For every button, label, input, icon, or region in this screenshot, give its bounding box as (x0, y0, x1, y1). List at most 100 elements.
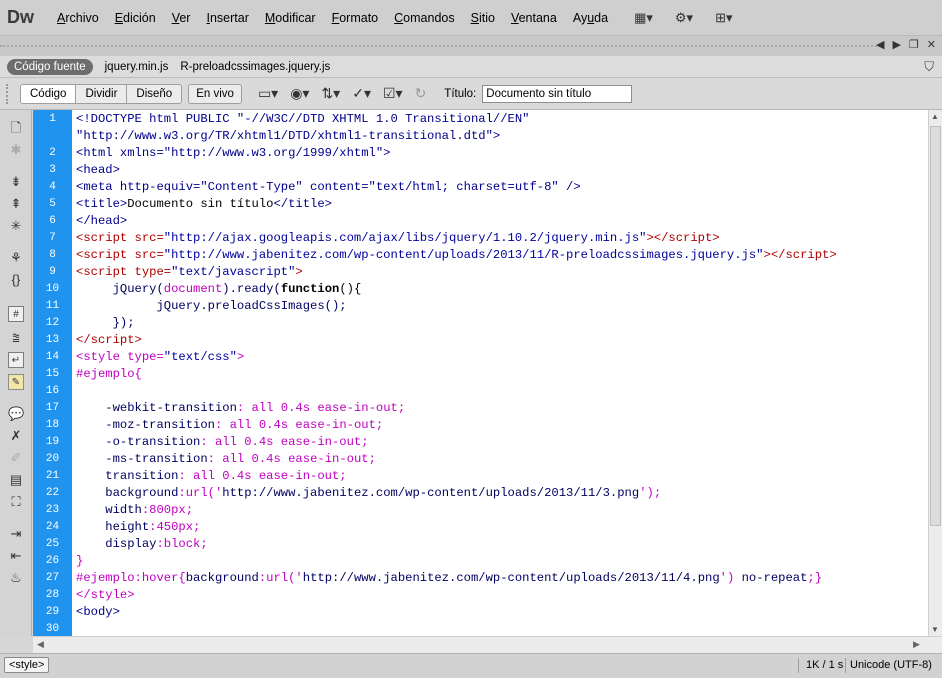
format-source-icon[interactable]: ♨ (8, 570, 24, 586)
split-view-button[interactable]: Dividir (76, 84, 128, 103)
code-line[interactable]: display:block; (76, 536, 207, 553)
menu-item[interactable]: Ayuda (573, 11, 608, 25)
source-code-tab[interactable]: Código fuente (7, 58, 93, 75)
code-line[interactable]: } (76, 553, 83, 570)
check-browser-icon[interactable]: ☑▾ (383, 85, 403, 102)
code-line[interactable]: height:450px; (76, 519, 200, 536)
code-line[interactable]: -webkit-transition: all 0.4s ease-in-out… (76, 400, 405, 417)
apply-comment-icon[interactable]: 💬 (8, 406, 24, 422)
vertical-scrollbar[interactable]: ▲ ▼ (928, 110, 942, 636)
status-separator (798, 658, 799, 673)
file-management-icon[interactable]: ⇅▾ (321, 85, 340, 102)
scroll-down-icon[interactable]: ▼ (931, 625, 939, 634)
code-line[interactable]: jQuery.preloadCssImages(); (76, 298, 346, 315)
line-number: 10 (45, 283, 60, 295)
outdent-code-icon[interactable]: ⇤ (8, 548, 24, 564)
horizontal-scrollbar[interactable]: ◀ ▶ (33, 636, 942, 653)
recent-snippets-icon[interactable]: ▤ (8, 472, 24, 488)
code-line[interactable]: jQuery(document).ready(function(){ (76, 281, 362, 298)
document-toolbar: Código Dividir Diseño En vivo ▭▾ ◉▾ ⇅▾ ✓… (0, 78, 942, 110)
code-line[interactable]: }); (76, 315, 135, 332)
open-documents-icon[interactable]: 🗋 (8, 120, 24, 136)
menu-icon-group: ▦▾ ⚙▾ ⊞▾ (634, 10, 732, 26)
menu-item[interactable]: Archivo (57, 11, 99, 25)
code-line[interactable]: <head> (76, 162, 120, 179)
menu-item[interactable]: Insertar (206, 11, 248, 25)
code-line[interactable]: -ms-transition: all 0.4s ease-in-out; (76, 451, 376, 468)
scroll-up-icon[interactable]: ▲ (931, 112, 939, 121)
layout-icon[interactable]: ▦▾ (634, 10, 653, 26)
code-line[interactable]: #ejemplo{ (76, 366, 142, 383)
code-editor[interactable]: <!DOCTYPE html PUBLIC "-//W3C//DTD XHTML… (72, 110, 928, 636)
collapse-selection-icon[interactable]: ⇞ (8, 196, 24, 212)
live-view-button[interactable]: En vivo (188, 83, 242, 104)
document-title-input[interactable] (482, 84, 633, 103)
line-number: 23 (45, 504, 60, 516)
menu-item[interactable]: Formato (332, 11, 379, 25)
line-number: 28 (45, 589, 60, 601)
code-line[interactable]: </head> (76, 213, 127, 230)
select-parent-tag-icon[interactable]: ⚘ (8, 250, 24, 266)
menu-item[interactable]: Sitio (471, 11, 495, 25)
filter-icon[interactable]: ⛉ (924, 59, 934, 75)
remove-comment-icon[interactable]: ✗ (8, 428, 24, 444)
refresh-icon[interactable]: ↻ (415, 85, 427, 102)
code-line[interactable]: background:url('http://www.jabenitez.com… (76, 485, 661, 502)
code-line[interactable]: <!DOCTYPE html PUBLIC "-//W3C//DTD XHTML… (76, 111, 529, 128)
status-bar: <style> 1K / 1 s Unicode (UTF-8) (0, 653, 942, 678)
restore-icon[interactable]: ❐ (909, 38, 919, 51)
menu-item[interactable]: Ventana (511, 11, 557, 25)
move-css-icon[interactable]: ⛶ (8, 494, 24, 510)
multiscreen-icon[interactable]: ▭▾ (258, 85, 278, 102)
gear-icon[interactable]: ⚙▾ (675, 10, 693, 26)
code-line[interactable]: <title>Documento sin título</title> (76, 196, 332, 213)
code-line[interactable]: <script type="text/javascript"> (76, 264, 303, 281)
code-line[interactable]: </style> (76, 587, 135, 604)
line-numbers-icon[interactable]: # (8, 306, 24, 322)
menu-item[interactable]: Edición (115, 11, 156, 25)
show-code-navigator-icon[interactable]: ✱ (8, 142, 24, 158)
scroll-right-icon[interactable]: ▶ (892, 38, 900, 51)
menu-item[interactable]: Ver (172, 11, 191, 25)
vertical-scroll-thumb[interactable] (930, 126, 941, 526)
scroll-left-icon[interactable]: ◀ (876, 38, 884, 51)
code-line[interactable]: "http://www.w3.org/TR/xhtml1/DTD/xhtml1-… (76, 128, 500, 145)
expand-all-icon[interactable]: ✳ (8, 218, 24, 234)
highlight-invalid-code-icon[interactable]: ⩰ (8, 330, 24, 346)
code-line[interactable]: <html xmlns="http://www.w3.org/1999/xhtm… (76, 145, 391, 162)
scroll-left-arrow-icon[interactable]: ◀ (37, 639, 44, 650)
code-line[interactable]: width:800px; (76, 502, 193, 519)
code-line[interactable]: <meta http-equiv="Content-Type" content=… (76, 179, 581, 196)
code-line[interactable]: <style type="text/css"> (76, 349, 244, 366)
collapse-tag-icon[interactable]: ⇟ (8, 174, 24, 190)
sitemap-icon[interactable]: ⊞▾ (715, 10, 732, 26)
wrap-tag-icon[interactable]: ✐ (8, 450, 24, 466)
code-line[interactable]: -o-transition: all 0.4s ease-in-out; (76, 434, 368, 451)
code-line[interactable]: <script src="http://www.jabenitez.com/wp… (76, 247, 837, 264)
tag-selector[interactable]: <style> (4, 657, 50, 673)
validate-icon[interactable]: ✓▾ (352, 85, 371, 102)
line-number: 9 (49, 266, 56, 278)
code-line[interactable]: </script> (76, 332, 142, 349)
indent-code-icon[interactable]: ⇥ (8, 526, 24, 542)
related-file-preload[interactable]: R-preloadcssimages.jquery.js (180, 61, 330, 73)
word-wrap-icon[interactable]: ↵ (8, 352, 24, 368)
menu-item[interactable]: Comandos (394, 11, 454, 25)
line-number: 3 (49, 164, 56, 176)
scroll-right-arrow-icon[interactable]: ▶ (913, 639, 920, 650)
menu-item[interactable]: Modificar (265, 11, 316, 25)
line-number-gutter: 1 2 3 4 5 6 7 8 9 10 11 12 13 14 15 16 17 18 19 20 21 22 23 24 2… (33, 110, 72, 636)
status-separator (845, 658, 846, 673)
code-line[interactable]: -moz-transition: all 0.4s ease-in-out; (76, 417, 383, 434)
related-file-jquery[interactable]: jquery.min.js (105, 61, 169, 73)
code-line[interactable]: #ejemplo:hover{background:url('http://ww… (76, 570, 822, 587)
code-line[interactable]: <script src="http://ajax.googleapis.com/… (76, 230, 720, 247)
syntax-coloring-icon[interactable]: ✎ (8, 374, 24, 390)
balance-braces-icon[interactable]: {} (8, 272, 24, 288)
code-line[interactable]: transition: all 0.4s ease-in-out; (76, 468, 346, 485)
code-line[interactable]: <body> (76, 604, 120, 621)
design-view-button[interactable]: Diseño (127, 84, 182, 103)
close-icon[interactable]: ✕ (927, 38, 936, 51)
code-view-button[interactable]: Código (21, 84, 77, 103)
browser-preview-icon[interactable]: ◉▾ (290, 85, 309, 102)
